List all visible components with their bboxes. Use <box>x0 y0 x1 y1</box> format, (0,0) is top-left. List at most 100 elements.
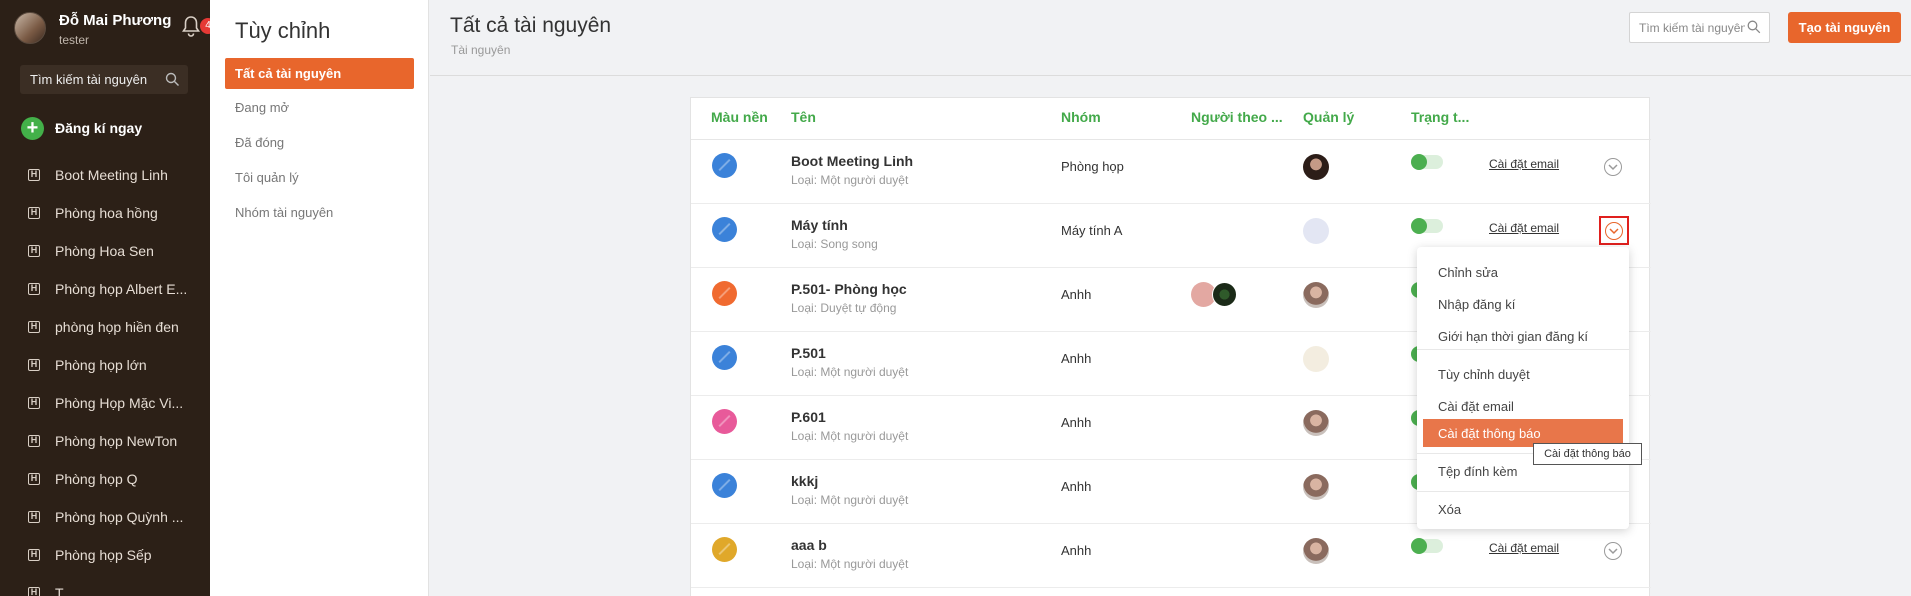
email-settings-link[interactable]: Cài đặt email <box>1489 541 1559 555</box>
table-row[interactable]: Boot Meeting Linh Loại: Một người duyệt … <box>691 140 1651 204</box>
follower-avatar[interactable] <box>1212 282 1237 307</box>
resource-group: Anhh <box>1061 415 1092 430</box>
column-header-group[interactable]: Nhóm <box>1061 109 1101 125</box>
sidebar-item[interactable]: H Phòng Họp Mặc Vi... <box>0 385 210 423</box>
sidebar-search-input[interactable] <box>20 65 160 94</box>
create-resource-button[interactable]: Tạo tài nguyên <box>1788 12 1901 43</box>
filter-resource-groups[interactable]: Nhóm tài nguyên <box>235 205 333 220</box>
plus-icon: + <box>21 117 44 140</box>
menu-item-label: Tùy chỉnh duyệt <box>1438 367 1530 382</box>
column-header-status[interactable]: Trạng t... <box>1411 109 1469 125</box>
resource-name[interactable]: P.501 <box>791 345 826 361</box>
filter-panel: Tùy chỉnh Tất cả tài nguyên Đang mở Đã đ… <box>210 0 429 596</box>
resource-name[interactable]: aaa b <box>791 537 827 553</box>
row-menu-button-active[interactable] <box>1599 216 1629 245</box>
status-toggle[interactable] <box>1411 538 1443 554</box>
resource-icon: H <box>28 473 40 485</box>
row-menu-button[interactable] <box>1604 158 1622 176</box>
sidebar-item[interactable]: H Phòng họp Quỳnh ... <box>0 499 210 537</box>
resource-name[interactable]: kkkj <box>791 473 818 489</box>
manager-avatar[interactable] <box>1303 474 1329 500</box>
menu-item-import-registration[interactable]: Nhập đăng kí <box>1417 290 1629 318</box>
manager-avatar[interactable] <box>1303 346 1329 372</box>
column-header-followers[interactable]: Người theo ... <box>1191 109 1283 125</box>
resource-name[interactable]: P.501- Phòng học <box>791 281 907 297</box>
status-toggle[interactable] <box>1411 218 1443 234</box>
resource-name[interactable]: Máy tính <box>791 217 848 233</box>
resource-name[interactable]: P.601 <box>791 409 826 425</box>
status-toggle[interactable] <box>1411 154 1443 170</box>
user-role: tester <box>59 33 90 47</box>
color-swatch <box>712 281 737 306</box>
filter-label: Tất cả tài nguyên <box>235 66 342 81</box>
menu-item-approval-settings[interactable]: Tùy chỉnh duyệt <box>1417 360 1629 388</box>
menu-item-email-settings[interactable]: Cài đặt email <box>1417 392 1629 420</box>
sidebar-item-label: Phòng họp lớn <box>55 357 147 373</box>
filter-managed-by-me[interactable]: Tôi quản lý <box>235 170 299 185</box>
sidebar-item[interactable]: H Phòng họp NewTon <box>0 423 210 461</box>
sidebar-item[interactable]: H Phòng họp lớn <box>0 347 210 385</box>
table-row[interactable]: aaa b Loại: Một người duyệt Anhh Cài đặt… <box>691 524 1651 588</box>
resource-group: Anhh <box>1061 351 1092 366</box>
resource-icon: H <box>28 245 40 257</box>
resource-group: Anhh <box>1061 479 1092 494</box>
sidebar-item[interactable]: HT <box>0 575 210 596</box>
chevron-circle <box>1605 222 1623 240</box>
breadcrumb: Tài nguyên <box>451 43 511 57</box>
resource-group: Phòng họp <box>1061 159 1124 174</box>
menu-item-label: Xóa <box>1438 502 1462 517</box>
search-icon[interactable] <box>1747 20 1761 34</box>
resource-group: Anhh <box>1061 543 1092 558</box>
email-settings-link[interactable]: Cài đặt email <box>1489 221 1559 235</box>
resource-group: Anhh <box>1061 287 1092 302</box>
menu-item-delete[interactable]: Xóa <box>1417 495 1629 523</box>
notification-badge: 4 <box>200 18 210 34</box>
avatar[interactable] <box>14 12 46 44</box>
email-settings-link[interactable]: Cài đặt email <box>1489 157 1559 171</box>
resource-name[interactable]: Boot Meeting Linh <box>791 153 913 169</box>
column-header-color[interactable]: Màu nền <box>711 109 768 125</box>
color-swatch <box>712 153 737 178</box>
row-menu-button[interactable] <box>1604 542 1622 560</box>
sidebar-search <box>20 65 188 94</box>
manager-avatar[interactable] <box>1303 538 1329 564</box>
register-now-button[interactable]: + Đăng kí ngay <box>21 117 201 141</box>
menu-item-label: Cài đặt email <box>1438 399 1514 414</box>
user-name: Đỗ Mai Phương <box>59 12 172 29</box>
resource-type: Loại: Một người duyệt <box>791 493 909 507</box>
sidebar-item[interactable]: H Phòng họp Q <box>0 461 210 499</box>
manager-avatar[interactable] <box>1303 154 1329 180</box>
panel-title: Tùy chỉnh <box>235 18 331 43</box>
sidebar-item[interactable]: H Phòng họp Sếp <box>0 537 210 575</box>
sidebar-item[interactable]: H Boot Meeting Linh <box>0 157 210 195</box>
menu-item-registration-time-limit[interactable]: Giới hạn thời gian đăng kí <box>1417 322 1629 350</box>
filter-all-resources[interactable]: Tất cả tài nguyên <box>225 58 414 89</box>
sidebar-item[interactable]: H Phòng họp Albert E... <box>0 271 210 309</box>
menu-item-edit[interactable]: Chỉnh sửa <box>1417 258 1629 286</box>
column-header-manager[interactable]: Quản lý <box>1303 109 1354 125</box>
resource-search-input[interactable] <box>1630 13 1745 42</box>
sidebar-item[interactable]: H Phòng Hoa Sen <box>0 233 210 271</box>
bell-icon[interactable] <box>180 14 202 38</box>
resource-icon: H <box>28 321 40 333</box>
manager-avatar[interactable] <box>1303 410 1329 436</box>
sidebar-item[interactable]: Hphòng họp hiền đen <box>0 309 210 347</box>
page-header: Tất cả tài nguyên Tài nguyên Tạo tài ngu… <box>430 0 1911 76</box>
chevron-down-icon <box>1608 548 1618 555</box>
column-header-name[interactable]: Tên <box>791 109 816 125</box>
resource-type: Loại: Duyệt tự động <box>791 301 897 315</box>
menu-item-label: Nhập đăng kí <box>1438 297 1516 312</box>
manager-avatar[interactable] <box>1303 218 1329 244</box>
user-profile[interactable]: Đỗ Mai Phương tester 4 <box>14 10 210 50</box>
color-swatch <box>712 537 737 562</box>
sidebar-item[interactable]: H Phòng hoa hồng <box>0 195 210 233</box>
color-swatch <box>712 217 737 242</box>
menu-divider <box>1417 491 1629 492</box>
tooltip: Cài đặt thông báo <box>1533 443 1642 465</box>
filter-closed[interactable]: Đã đóng <box>235 135 284 150</box>
search-icon[interactable] <box>165 72 180 87</box>
filter-open[interactable]: Đang mở <box>235 100 289 115</box>
sidebar-item-label: Phòng Hoa Sen <box>55 243 154 259</box>
sidebar-item-label: Phòng họp Albert E... <box>55 281 188 297</box>
manager-avatar[interactable] <box>1303 282 1329 308</box>
